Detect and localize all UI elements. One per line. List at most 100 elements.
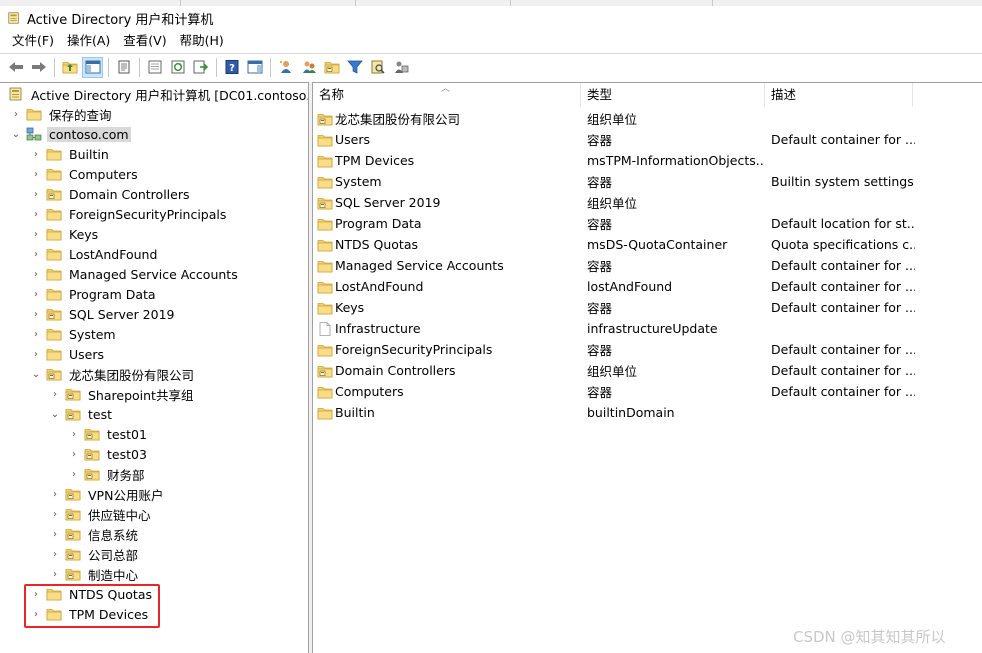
menu-view[interactable]: 查看(V) [117,31,172,51]
list-row[interactable]: Builtin builtinDomain [313,402,982,423]
tree-item-test[interactable]: ⌄ test [49,404,114,424]
cell-name: System [313,174,581,189]
column-header-description[interactable]: 描述 [765,83,913,107]
list-row[interactable]: Program Data 容器 Default location for st... [313,213,982,234]
tree-item-sql[interactable]: › SQL Server 2019 [30,304,177,324]
folder-icon [317,133,333,147]
tree-item-root[interactable]: Active Directory 用户和计算机 [DC01.contoso.co… [0,84,308,104]
chevron-right-icon[interactable]: › [68,428,80,440]
chevron-right-icon[interactable]: › [68,468,80,480]
tree-item-supply[interactable]: › 供应链中心 [49,504,153,524]
chevron-down-icon[interactable]: ⌄ [10,128,22,140]
chevron-down-icon[interactable]: ⌄ [49,408,61,420]
tree-item-system[interactable]: › System [30,324,118,344]
find-icon[interactable] [367,57,388,78]
chevron-right-icon[interactable]: › [49,508,61,520]
tree-item-program-data[interactable]: › Program Data [30,284,158,304]
tree-item-hq[interactable]: › 公司总部 [49,544,140,564]
organizational-unit-icon [65,387,81,401]
tree-item-company[interactable]: ⌄ 龙芯集团股份有限公司 [30,364,196,384]
list-row[interactable]: SQL Server 2019 组织单位 [313,192,982,213]
up-folder-icon[interactable] [59,57,80,78]
tree-item-test01[interactable]: › test01 [68,424,149,444]
tree-item-saved-queries[interactable]: › 保存的查询 [10,104,114,124]
chevron-down-icon[interactable]: ⌄ [30,368,42,380]
list-row[interactable]: Infrastructure infrastructureUpdate [313,318,982,339]
list-row[interactable]: Domain Controllers 组织单位 Default container … [313,360,982,381]
column-header-type[interactable]: 类型 [581,83,765,107]
cell-description: Default container for ... [771,342,915,357]
back-icon[interactable] [5,57,26,78]
tree-item-keys[interactable]: › Keys [30,224,100,244]
tree-item-lostandfound[interactable]: › LostAndFound [30,244,159,264]
tree-item-foreign[interactable]: › ForeignSecurityPrincipals [30,204,228,224]
tree-label: 龙芯集团股份有限公司 [69,367,195,383]
chevron-right-icon[interactable]: › [30,288,42,300]
organizational-unit-icon [65,487,81,501]
folder-icon [317,217,333,231]
delegate-icon[interactable] [390,57,411,78]
filter-icon[interactable] [344,57,365,78]
list-row[interactable]: TPM Devices msTPM-InformationObjects... [313,150,982,171]
list-row[interactable]: Computers 容器 Default container for ... [313,381,982,402]
export-list-icon[interactable] [190,57,211,78]
tree-item-finance[interactable]: › 财务部 [68,464,147,484]
tree-item-msa[interactable]: › Managed Service Accounts [30,264,240,284]
chevron-right-icon[interactable]: › [30,228,42,240]
list-row[interactable]: NTDS Quotas msDS-QuotaContainer Quota spec… [313,234,982,255]
chevron-right-icon[interactable]: › [10,108,22,120]
list-row[interactable]: 龙芯集团股份有限公司 组织单位 [313,108,982,129]
active-directory-icon [8,87,24,101]
chevron-right-icon[interactable]: › [30,148,42,160]
tree-item-computers[interactable]: › Computers [30,164,140,184]
list-row[interactable]: System 容器 Builtin system settings [313,171,982,192]
forward-icon[interactable] [28,57,49,78]
organizational-unit-icon [317,364,333,378]
column-header-name[interactable]: 名称 ︿ [313,83,581,107]
console-tree[interactable]: Active Directory 用户和计算机 [DC01.contoso.co… [0,82,309,653]
properties-icon[interactable] [144,57,165,78]
chevron-right-icon[interactable]: › [49,388,61,400]
tree-item-builtin[interactable]: › Builtin [30,144,111,164]
chevron-right-icon[interactable]: › [30,248,42,260]
action-pane-icon[interactable] [244,57,265,78]
chevron-right-icon[interactable]: › [30,348,42,360]
sort-ascending-icon: ︿ [441,84,451,94]
chevron-right-icon[interactable]: › [30,188,42,200]
domain-icon [26,127,42,141]
tree-item-infosys[interactable]: › 信息系统 [49,524,140,544]
menu-help[interactable]: 帮助(H) [174,31,230,51]
menu-file[interactable]: 文件(F) [6,31,60,51]
chevron-right-icon[interactable]: › [30,208,42,220]
chevron-right-icon[interactable]: › [30,268,42,280]
new-group-icon[interactable] [298,57,319,78]
chevron-right-icon[interactable]: › [49,548,61,560]
chevron-right-icon[interactable]: › [49,568,61,580]
list-row[interactable]: Managed Service Accounts 容器 Default contai… [313,255,982,276]
tree-item-domain[interactable]: ⌄ contoso.com [10,124,131,144]
tree-item-manufacturing[interactable]: › 制造中心 [49,564,140,584]
chevron-right-icon[interactable]: › [30,328,42,340]
list-row[interactable]: Users 容器 Default container for ... [313,129,982,150]
chevron-right-icon[interactable]: › [49,488,61,500]
chevron-right-icon[interactable]: › [68,448,80,460]
help-icon[interactable]: ? [221,57,242,78]
new-ou-icon[interactable] [321,57,342,78]
copy-icon[interactable] [113,57,134,78]
chevron-right-icon[interactable]: › [49,528,61,540]
tree-item-users[interactable]: › Users [30,344,106,364]
show-console-tree-icon[interactable] [82,56,103,78]
refresh-icon[interactable] [167,57,188,78]
tree-item-sharepoint[interactable]: › Sharepoint共享组 [49,384,195,404]
new-user-icon[interactable] [275,57,296,78]
menu-action[interactable]: 操作(A) [61,31,116,51]
tree-item-test03[interactable]: › test03 [68,444,149,464]
list-row[interactable]: LostAndFound lostAndFound Default containe… [313,276,982,297]
list-row[interactable]: ForeignSecurityPrincipals 容器 Default conta… [313,339,982,360]
details-list[interactable]: 名称 ︿ 类型 描述 龙芯集团股份有限公司 组织单位 Users 容器 Default … [313,82,982,653]
chevron-right-icon[interactable]: › [30,308,42,320]
list-row[interactable]: Keys 容器 Default container for ... [313,297,982,318]
chevron-right-icon[interactable]: › [30,168,42,180]
tree-item-vpn[interactable]: › VPN公用账户 [49,484,165,504]
tree-item-domain-controllers[interactable]: › Domain Controllers [30,184,191,204]
